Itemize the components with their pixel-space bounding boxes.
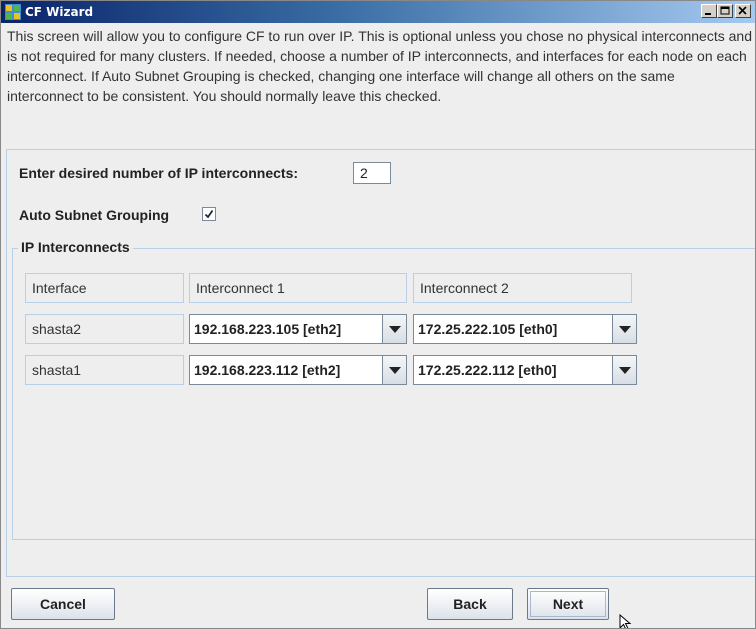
- title-bar[interactable]: CF Wizard: [1, 1, 755, 23]
- shasta2-interconnect-1-dropdown[interactable]: 192.168.223.105 [eth2]: [189, 314, 407, 344]
- window-title: CF Wizard: [25, 5, 94, 19]
- dropdown-arrow-button[interactable]: [612, 315, 636, 343]
- dropdown-arrow-button[interactable]: [612, 356, 636, 384]
- close-button[interactable]: [735, 4, 751, 18]
- chevron-down-icon: [619, 326, 631, 333]
- header-interface: Interface: [25, 273, 184, 303]
- shasta1-interconnect-1-dropdown[interactable]: 192.168.223.112 [eth2]: [189, 355, 407, 385]
- interconnect-count-field[interactable]: 2: [353, 162, 391, 184]
- auto-subnet-checkbox[interactable]: [202, 207, 216, 221]
- minimize-icon: [705, 13, 711, 15]
- shasta2-interconnect-2-dropdown[interactable]: 172.25.222.105 [eth0]: [413, 314, 637, 344]
- header-interconnect-2: Interconnect 2: [413, 273, 632, 303]
- maximize-button[interactable]: [717, 4, 733, 18]
- chevron-down-icon: [389, 326, 401, 333]
- shasta1-interconnect-2-dropdown[interactable]: 172.25.222.112 [eth0]: [413, 355, 637, 385]
- back-button[interactable]: Back: [427, 588, 513, 620]
- cf-wizard-app-icon: [5, 4, 21, 20]
- header-interconnect-1: Interconnect 1: [189, 273, 407, 303]
- node-cell-shasta2: shasta2: [25, 314, 184, 344]
- mouse-pointer-icon: [619, 614, 632, 628]
- next-button[interactable]: Next: [527, 588, 609, 620]
- description-text: This screen will allow you to configure …: [7, 28, 752, 104]
- dropdown-value: 192.168.223.112 [eth2]: [194, 362, 341, 378]
- minimize-button[interactable]: [701, 4, 717, 18]
- chevron-down-icon: [389, 367, 401, 374]
- cf-wizard-window: CF Wizard This screen will allow you to …: [0, 0, 756, 629]
- maximize-icon: [720, 6, 730, 15]
- checkmark-icon: [204, 209, 214, 219]
- chevron-down-icon: [619, 367, 631, 374]
- dropdown-arrow-button[interactable]: [382, 356, 406, 384]
- close-icon: [738, 6, 747, 15]
- auto-subnet-label: Auto Subnet Grouping: [19, 207, 170, 223]
- interconnect-count-label: Enter desired number of IP interconnects…: [19, 165, 299, 181]
- dropdown-value: 172.25.222.112 [eth0]: [418, 362, 557, 378]
- node-cell-shasta1: shasta1: [25, 355, 184, 385]
- cancel-button[interactable]: Cancel: [11, 588, 115, 620]
- dropdown-value: 172.25.222.105 [eth0]: [418, 321, 558, 337]
- dropdown-value: 192.168.223.105 [eth2]: [194, 321, 342, 337]
- dropdown-arrow-button[interactable]: [382, 315, 406, 343]
- ip-interconnects-title: IP Interconnects: [18, 238, 133, 256]
